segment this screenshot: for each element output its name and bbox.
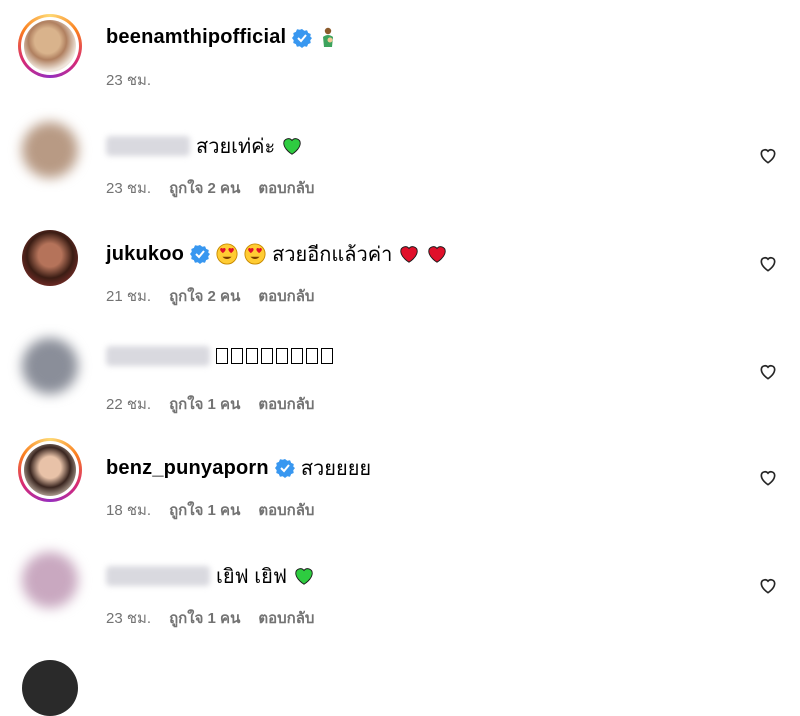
like-heart-icon[interactable]	[758, 576, 778, 596]
comment-time: 23 ชม.	[106, 610, 152, 627]
like-heart-icon[interactable]	[758, 362, 778, 382]
comment-text: สวยเท่ค่ะ	[196, 136, 276, 158]
avatar[interactable]	[22, 122, 78, 178]
verified-badge-icon	[190, 245, 211, 264]
like-count[interactable]: ถูกใจ 1 คน	[169, 498, 240, 522]
post-time: 23 ชม.	[106, 72, 152, 89]
comment-time: 18 ชม.	[106, 502, 152, 519]
reply-button[interactable]: ตอบกลับ	[258, 606, 314, 630]
heart-eyes-emoji-icon	[216, 243, 238, 265]
heart-eyes-emoji-icon	[244, 243, 266, 265]
avatar[interactable]	[22, 338, 78, 394]
like-count[interactable]: ถูกใจ 2 คน	[169, 176, 240, 200]
blurred-username[interactable]	[106, 136, 190, 156]
reply-button[interactable]: ตอบกลับ	[258, 176, 314, 200]
post-username[interactable]: beenamthipofficial	[106, 26, 286, 49]
comment-username[interactable]: jukukoo	[106, 243, 184, 266]
mother-baby-emoji-icon	[323, 27, 334, 47]
like-heart-icon[interactable]	[758, 146, 778, 166]
blurred-username[interactable]	[106, 346, 210, 366]
unrenderable-glyphs	[216, 348, 333, 364]
comment-time: 21 ชม.	[106, 288, 152, 305]
comment-text: สวยอีกแล้วค่า	[272, 244, 393, 266]
reply-button[interactable]: ตอบกลับ	[258, 284, 314, 308]
like-heart-icon[interactable]	[758, 254, 778, 274]
comment-text: เยิฟ เยิฟ	[216, 566, 287, 588]
comment-username[interactable]: benz_punyaporn	[106, 457, 269, 480]
avatar[interactable]	[18, 14, 82, 78]
comment-text: สวยยยย	[300, 458, 372, 480]
like-count[interactable]: ถูกใจ 1 คน	[169, 392, 240, 416]
like-heart-icon[interactable]	[758, 468, 778, 488]
red-heart-icon	[400, 246, 419, 263]
avatar[interactable]	[18, 438, 82, 502]
verified-badge-icon	[292, 28, 313, 48]
avatar[interactable]	[22, 660, 78, 716]
like-count[interactable]: ถูกใจ 1 คน	[169, 606, 240, 630]
avatar[interactable]	[22, 552, 78, 608]
blurred-username[interactable]	[106, 566, 210, 586]
green-heart-icon	[283, 138, 302, 155]
red-heart-icon	[428, 246, 447, 263]
avatar[interactable]	[22, 230, 78, 286]
like-count[interactable]: ถูกใจ 2 คน	[169, 284, 240, 308]
comment-time: 22 ชม.	[106, 396, 152, 413]
green-heart-icon	[295, 568, 313, 585]
reply-button[interactable]: ตอบกลับ	[258, 498, 314, 522]
verified-badge-icon	[274, 459, 295, 478]
comment-time: 23 ชม.	[106, 180, 152, 197]
reply-button[interactable]: ตอบกลับ	[258, 392, 314, 416]
